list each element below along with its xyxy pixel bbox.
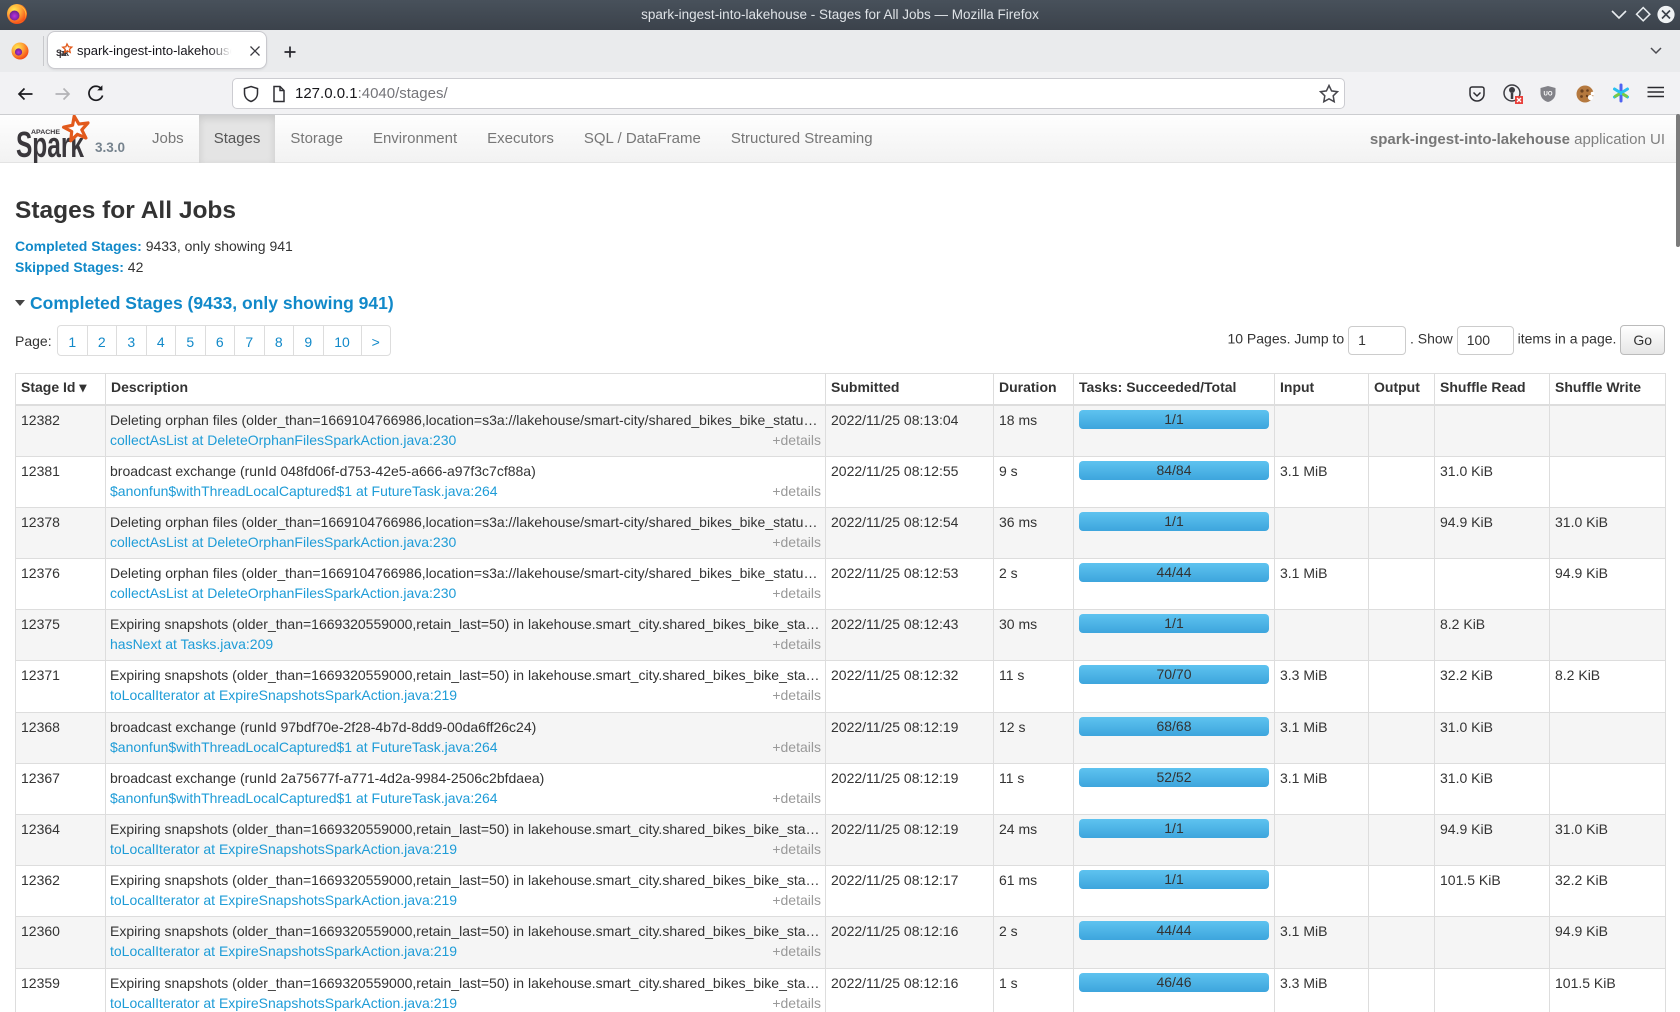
svg-text:APACHE: APACHE xyxy=(31,129,61,136)
svg-text:Spark: Spark xyxy=(56,48,70,58)
svg-text:UO: UO xyxy=(1544,92,1553,98)
